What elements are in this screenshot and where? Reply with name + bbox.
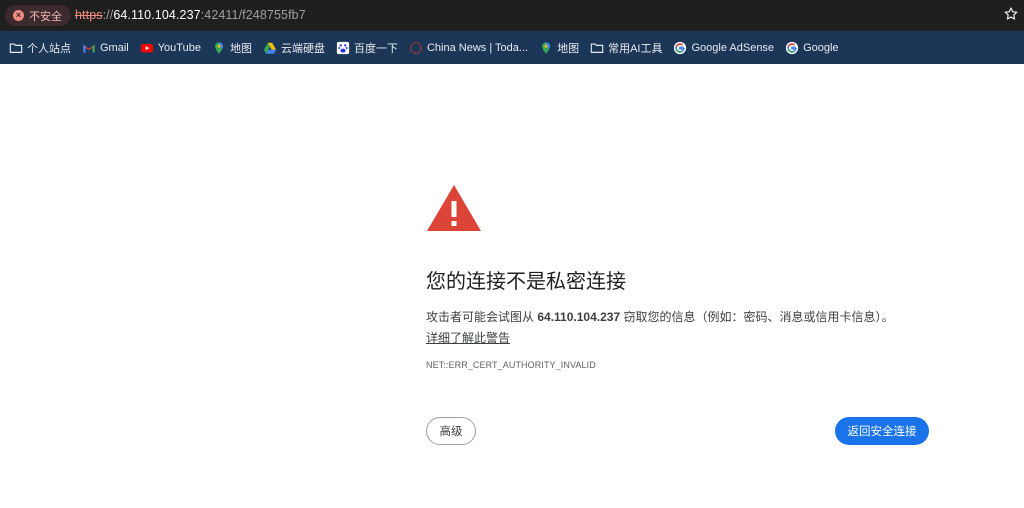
back-to-safety-button[interactable]: 返回安全连接 <box>835 417 929 445</box>
bookmark-baidu[interactable]: 百度一下 <box>331 36 403 60</box>
baidu-icon <box>336 41 350 54</box>
bookmark-ai-tools[interactable]: 常用AI工具 <box>585 36 667 60</box>
security-chip[interactable]: × 不安全 <box>5 5 71 26</box>
bookmark-drive[interactable]: 云端硬盘 <box>258 36 330 60</box>
bookmark-label: 云端硬盘 <box>280 42 325 55</box>
bookmark-label: 百度一下 <box>353 42 398 55</box>
google-icon <box>674 41 687 54</box>
error-code: NET::ERR_CERT_AUTHORITY_INVALID <box>426 360 596 370</box>
security-label: 不安全 <box>29 10 62 23</box>
bookmark-google-adsense[interactable]: Google AdSense <box>668 36 779 60</box>
not-secure-icon: × <box>13 10 24 21</box>
url-field[interactable]: https://64.110.104.237:42411/f248755fb7 <box>75 8 306 22</box>
bookmark-china-news[interactable]: China News | Toda... <box>404 36 533 60</box>
google-icon <box>785 41 799 54</box>
warning-triangle-icon <box>427 185 481 231</box>
description-ip: 64.110.104.237 <box>537 310 621 324</box>
maps-pin-icon <box>215 41 223 54</box>
bookmark-label: YouTube <box>157 41 201 54</box>
folder-icon <box>590 42 604 53</box>
bookmark-google[interactable]: Google <box>780 36 843 60</box>
advanced-button[interactable]: 高级 <box>426 417 476 445</box>
drive-icon <box>263 42 277 54</box>
description-text-end: 窃取您的信息（例如：密码、消息或信用卡信息）。 <box>620 310 894 324</box>
globe-icon <box>410 41 422 54</box>
bookmark-label: China News | Toda... <box>426 41 529 54</box>
bookmark-star-icon[interactable] <box>1003 6 1019 22</box>
bookmark-label: Google AdSense <box>691 41 775 54</box>
learn-more-link[interactable]: 详细了解此警告 <box>426 329 510 346</box>
bookmark-maps-2[interactable]: 地图 <box>534 36 584 60</box>
url-host: 64.110.104.237 <box>113 8 201 22</box>
bookmark-youtube[interactable]: YouTube <box>135 36 206 60</box>
url-path: :42411/f248755fb7 <box>200 8 306 22</box>
url-scheme: https <box>75 8 103 22</box>
address-bar: × 不安全 https://64.110.104.237:42411/f2487… <box>0 0 1024 31</box>
youtube-icon <box>140 43 153 52</box>
gmail-icon <box>83 44 95 52</box>
bookmark-label: 地图 <box>229 42 252 55</box>
page-title: 您的连接不是私密连接 <box>426 271 626 293</box>
url-separator: :// <box>102 8 114 22</box>
bookmark-gmail[interactable]: Gmail <box>77 36 134 60</box>
bookmark-label: 个人站点 <box>27 42 71 55</box>
folder-icon <box>9 42 23 53</box>
bookmark-personal-sites[interactable]: 个人站点 <box>4 36 76 60</box>
interstitial-content: 您的连接不是私密连接 攻击者可能会试图从 64.110.104.237 窃取您的… <box>426 184 946 370</box>
bookmark-label: 地图 <box>557 42 580 55</box>
maps-pin-icon <box>542 41 551 54</box>
description-text: 攻击者可能会试图从 <box>426 310 538 324</box>
bookmarks-bar: 个人站点 Gmail YouTube 地图 云端硬盘 百度一下 China Ne… <box>0 31 1024 64</box>
bookmark-label: Google <box>803 41 839 54</box>
bookmark-label: Gmail <box>100 41 129 54</box>
warning-description: 攻击者可能会试图从 64.110.104.237 窃取您的信息（例如：密码、消息… <box>426 308 893 325</box>
bookmark-label: 常用AI工具 <box>608 42 663 55</box>
bookmark-maps[interactable]: 地图 <box>207 36 257 60</box>
